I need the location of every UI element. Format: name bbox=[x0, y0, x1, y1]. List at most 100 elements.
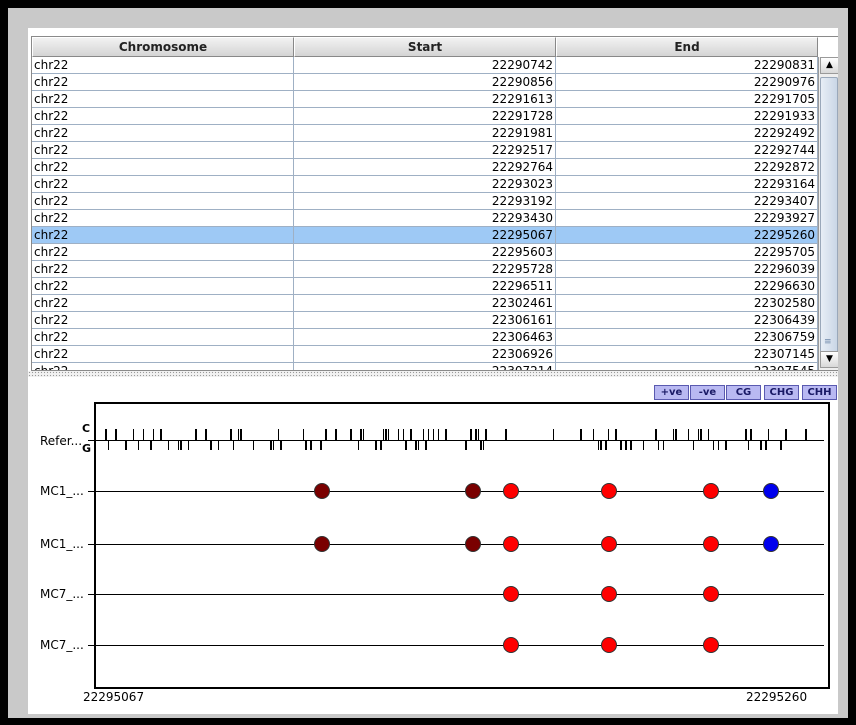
table-row[interactable]: chr22 22291613 22291705 bbox=[32, 91, 818, 108]
negative-strand-button[interactable]: -ve bbox=[690, 385, 725, 400]
cell-end: 22293407 bbox=[556, 193, 818, 209]
table-row[interactable]: chr22 22295067 22295260 bbox=[32, 227, 818, 244]
reference-base-tick bbox=[360, 429, 362, 440]
table-header: Chromosome Start End bbox=[32, 37, 818, 57]
reference-base-tick bbox=[240, 429, 242, 440]
reference-base-tick bbox=[725, 441, 727, 450]
reference-base-tick bbox=[205, 429, 207, 440]
table-row[interactable]: chr22 22291728 22291933 bbox=[32, 108, 818, 125]
strand-c-label: C bbox=[82, 422, 91, 435]
column-header-chromosome[interactable]: Chromosome bbox=[32, 37, 294, 57]
methylation-site-dot[interactable] bbox=[600, 483, 617, 499]
reference-base-tick bbox=[745, 429, 747, 440]
axis-end-label: 22295260 bbox=[746, 690, 808, 704]
reference-base-tick bbox=[107, 441, 109, 450]
table-row[interactable]: chr22 22306926 22307145 bbox=[32, 346, 818, 363]
table-row[interactable]: chr22 22307214 22307545 bbox=[32, 363, 818, 370]
reference-base-tick bbox=[382, 429, 384, 440]
methylation-site-dot[interactable] bbox=[702, 536, 719, 552]
methylation-site-dot[interactable] bbox=[702, 637, 719, 653]
methylation-site-dot[interactable] bbox=[502, 586, 519, 602]
cell-chromosome: chr22 bbox=[32, 278, 294, 294]
table-row[interactable]: chr22 22290742 22290831 bbox=[32, 57, 818, 74]
methylation-site-dot[interactable] bbox=[702, 586, 719, 602]
column-header-end[interactable]: End bbox=[556, 37, 818, 57]
reference-base-tick bbox=[432, 429, 434, 440]
reference-base-tick bbox=[350, 429, 352, 440]
table-row[interactable]: chr22 22295603 22295705 bbox=[32, 244, 818, 261]
reference-base-tick bbox=[417, 441, 419, 450]
methylation-site-dot[interactable] bbox=[502, 483, 519, 499]
reference-base-tick bbox=[425, 441, 427, 450]
cell-chromosome: chr22 bbox=[32, 244, 294, 260]
split-pane-divider[interactable] bbox=[28, 371, 838, 377]
reference-base-tick bbox=[217, 441, 219, 450]
cell-end: 22291933 bbox=[556, 108, 818, 124]
reference-base-tick bbox=[600, 441, 602, 450]
table-row[interactable]: chr22 22293023 22293164 bbox=[32, 176, 818, 193]
reference-base-tick bbox=[115, 429, 117, 440]
reference-base-tick bbox=[750, 429, 752, 440]
cell-chromosome: chr22 bbox=[32, 91, 294, 107]
reference-base-tick bbox=[362, 429, 364, 440]
reference-base-tick bbox=[142, 429, 144, 440]
chg-context-button[interactable]: CHG bbox=[764, 385, 799, 400]
cg-context-button[interactable]: CG bbox=[726, 385, 761, 400]
reference-base-tick bbox=[272, 441, 274, 450]
reference-base-tick bbox=[552, 429, 554, 440]
scroll-up-arrow-icon[interactable]: ▲ bbox=[820, 57, 838, 74]
reference-base-tick bbox=[630, 441, 632, 450]
table-scrollbar[interactable]: ▲ ≡ ▼ bbox=[818, 57, 838, 370]
table-row[interactable]: chr22 22295728 22296039 bbox=[32, 261, 818, 278]
scroll-down-arrow-icon[interactable]: ▼ bbox=[820, 351, 838, 368]
reference-base-tick bbox=[385, 429, 387, 440]
positive-strand-button[interactable]: +ve bbox=[654, 385, 689, 400]
cell-chromosome: chr22 bbox=[32, 363, 294, 370]
table-row[interactable]: chr22 22302461 22302580 bbox=[32, 295, 818, 312]
table-row[interactable]: chr22 22292517 22292744 bbox=[32, 142, 818, 159]
reference-base-tick bbox=[277, 429, 279, 440]
methylation-site-dot[interactable] bbox=[502, 536, 519, 552]
reference-base-tick bbox=[402, 429, 404, 440]
cell-start: 22302461 bbox=[294, 295, 556, 311]
reference-base-tick bbox=[180, 441, 182, 450]
table-row[interactable]: chr22 22293430 22293927 bbox=[32, 210, 818, 227]
table-body: chr22 22290742 22290831 chr22 22290856 222909… bbox=[32, 57, 818, 370]
methylation-site-dot[interactable] bbox=[600, 586, 617, 602]
reference-base-tick bbox=[687, 429, 689, 440]
reference-base-tick bbox=[232, 441, 234, 450]
reference-base-tick bbox=[707, 429, 709, 440]
methylation-site-dot[interactable] bbox=[600, 536, 617, 552]
methylation-site-dot[interactable] bbox=[502, 637, 519, 653]
chh-context-button[interactable]: CHH bbox=[802, 385, 837, 400]
table-row[interactable]: chr22 22291981 22292492 bbox=[32, 125, 818, 142]
cell-chromosome: chr22 bbox=[32, 176, 294, 192]
column-header-start[interactable]: Start bbox=[294, 37, 556, 57]
table-row[interactable]: chr22 22290856 22290976 bbox=[32, 74, 818, 91]
cell-chromosome: chr22 bbox=[32, 193, 294, 209]
methylation-site-dot[interactable] bbox=[600, 637, 617, 653]
table-row[interactable]: chr22 22306463 22306759 bbox=[32, 329, 818, 346]
reference-base-tick bbox=[717, 441, 719, 450]
table-row[interactable]: chr22 22293192 22293407 bbox=[32, 193, 818, 210]
reference-base-tick bbox=[785, 429, 787, 440]
reference-base-tick bbox=[475, 429, 477, 440]
reference-track-label: Refer... bbox=[40, 434, 83, 448]
cell-end: 22295260 bbox=[556, 227, 818, 243]
cell-start: 22306926 bbox=[294, 346, 556, 362]
reference-base-tick bbox=[335, 429, 337, 440]
methylation-site-dot[interactable] bbox=[702, 483, 719, 499]
scrollbar-thumb[interactable]: ≡ bbox=[820, 77, 838, 359]
table-row[interactable]: chr22 22306161 22306439 bbox=[32, 312, 818, 329]
reference-base-tick bbox=[387, 429, 389, 440]
reference-base-tick bbox=[357, 441, 359, 450]
cell-start: 22296511 bbox=[294, 278, 556, 294]
cell-chromosome: chr22 bbox=[32, 74, 294, 90]
table-row[interactable]: chr22 22296511 22296630 bbox=[32, 278, 818, 295]
reference-base-tick bbox=[320, 441, 322, 450]
table-row[interactable]: chr22 22292764 22292872 bbox=[32, 159, 818, 176]
cell-end: 22292872 bbox=[556, 159, 818, 175]
reference-base-tick bbox=[505, 429, 507, 440]
reference-base-tick bbox=[697, 429, 699, 440]
cell-end: 22307545 bbox=[556, 363, 818, 370]
